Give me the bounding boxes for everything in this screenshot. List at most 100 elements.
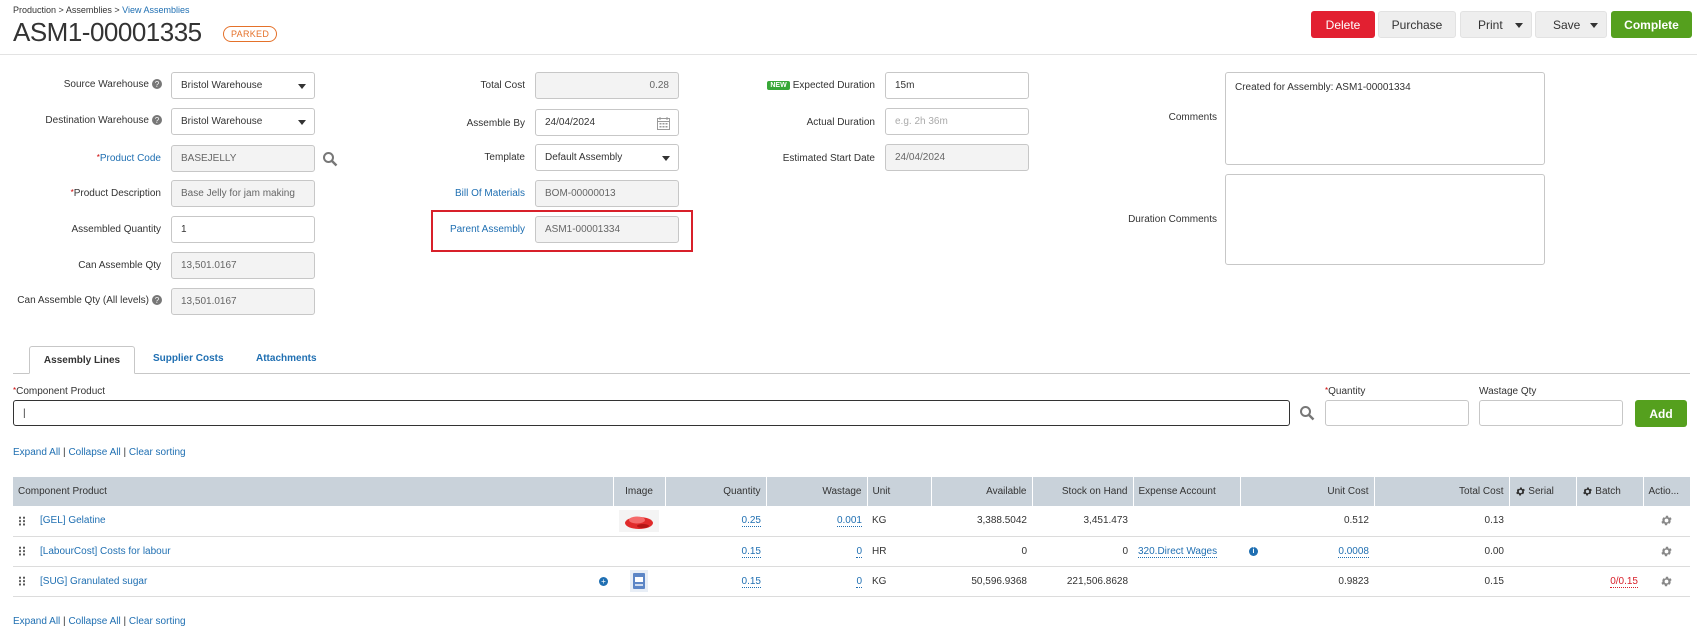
bill-of-materials-value: BOM-00000013	[535, 180, 679, 207]
assemble-by-input[interactable]: 24/04/2024	[535, 109, 679, 136]
print-button[interactable]: Print	[1460, 11, 1532, 38]
col-batch[interactable]: Batch	[1576, 477, 1644, 506]
drag-handle-icon[interactable]	[18, 515, 26, 526]
product-code-input[interactable]: BASEJELLY	[171, 145, 315, 172]
destination-warehouse-select[interactable]: Bristol Warehouse	[171, 108, 315, 135]
chevron-down-icon[interactable]	[1590, 23, 1598, 28]
col-wastage[interactable]: Wastage	[766, 477, 868, 506]
breadcrumb-view-assemblies[interactable]: View Assemblies	[122, 5, 189, 15]
info-icon[interactable]: i	[1249, 546, 1258, 556]
expand-all-link[interactable]: Expand All	[13, 447, 60, 458]
gear-icon[interactable]	[1660, 545, 1673, 558]
image-cell	[613, 536, 665, 567]
clear-sorting-link[interactable]: Clear sorting	[129, 447, 186, 458]
image-cell	[613, 566, 665, 597]
serial-cell	[1509, 536, 1576, 567]
template-select[interactable]: Default Assembly	[535, 144, 679, 171]
col-serial[interactable]: Serial	[1509, 477, 1577, 506]
quantity-edit[interactable]: 0.25	[741, 515, 761, 528]
delete-button[interactable]: Delete	[1311, 11, 1375, 38]
product-code-label[interactable]: *Product Code	[97, 153, 161, 164]
wastage-edit[interactable]: 0	[856, 575, 862, 588]
component-product-input[interactable]: |	[13, 400, 1290, 426]
gelatine-image[interactable]	[619, 509, 659, 532]
expected-duration-input[interactable]: 15m	[885, 72, 1029, 99]
clear-sorting-link[interactable]: Clear sorting	[129, 616, 186, 627]
calendar-icon[interactable]	[657, 117, 670, 130]
actions-cell	[1643, 506, 1690, 537]
source-warehouse-label-text: Source Warehouse	[63, 79, 149, 90]
quantity-input[interactable]	[1325, 400, 1469, 426]
col-available[interactable]: Available	[931, 477, 1033, 506]
batch-cell	[1576, 536, 1643, 567]
add-circle-icon[interactable]: +	[599, 576, 608, 586]
collapse-all-link[interactable]: Collapse All	[68, 447, 120, 458]
purchase-button[interactable]: Purchase	[1378, 11, 1456, 38]
actual-duration-input[interactable]: e.g. 2h 36m	[885, 108, 1029, 135]
chevron-down-icon	[298, 84, 306, 89]
search-icon[interactable]	[322, 151, 338, 167]
col-component-product[interactable]: Component Product	[13, 477, 614, 506]
breadcrumb-production[interactable]: Production	[13, 5, 56, 15]
complete-button[interactable]: Complete	[1611, 11, 1692, 38]
expand-all-link[interactable]: Expand All	[13, 616, 60, 627]
help-icon[interactable]: ?	[152, 79, 162, 90]
save-button[interactable]: Save	[1535, 11, 1607, 38]
chevron-down-icon[interactable]	[1515, 23, 1523, 28]
unit-cost-edit[interactable]: 0.0008	[1338, 545, 1369, 558]
help-icon[interactable]: ?	[152, 295, 162, 306]
col-expense-account[interactable]: Expense Account	[1133, 477, 1241, 506]
col-actions[interactable]: Actio...	[1643, 477, 1691, 506]
total-cost-cell: 0.13	[1374, 506, 1509, 537]
link-separator: |	[63, 616, 66, 627]
wastage-edit[interactable]: 0	[856, 545, 862, 558]
image-cell	[613, 506, 665, 537]
quantity-cell: 0.25	[665, 506, 766, 537]
drag-handle-icon[interactable]	[18, 545, 26, 556]
tab-supplier-costs[interactable]: Supplier Costs	[153, 353, 224, 364]
tab-attachments[interactable]: Attachments	[256, 353, 317, 364]
col-total-cost[interactable]: Total Cost	[1374, 477, 1510, 506]
expected-duration-label-text: Expected Duration	[792, 80, 875, 91]
breadcrumb-assemblies[interactable]: Assemblies	[66, 5, 112, 15]
help-icon[interactable]: ?	[152, 115, 162, 126]
gear-icon[interactable]	[1660, 575, 1673, 588]
quantity-edit[interactable]: 0.15	[741, 575, 761, 588]
tab-assembly-lines[interactable]: Assembly Lines	[29, 346, 135, 374]
comments-textarea[interactable]: Created for Assembly: ASM1-00001334	[1225, 72, 1545, 165]
quantity-edit[interactable]: 0.15	[741, 545, 761, 558]
gear-icon[interactable]	[1660, 514, 1673, 527]
breadcrumb: Production > Assemblies > View Assemblie…	[13, 5, 190, 15]
search-icon[interactable]	[1299, 405, 1315, 421]
component-product-label: *Component Product	[13, 386, 105, 397]
source-warehouse-select[interactable]: Bristol Warehouse	[171, 72, 315, 99]
total-cost-cell: 0.00	[1374, 536, 1509, 567]
assembly-lines-table: Component Product Image Quantity Wastage…	[13, 477, 1691, 597]
duration-comments-textarea[interactable]	[1225, 174, 1545, 265]
bill-of-materials-link[interactable]: Bill Of Materials	[455, 188, 525, 199]
actions-cell	[1643, 566, 1690, 597]
col-unit[interactable]: Unit	[867, 477, 932, 506]
can-assemble-qty-all-label: Can Assemble Qty (All levels)?	[17, 295, 162, 306]
drag-handle-icon[interactable]	[18, 575, 26, 586]
wastage-edit[interactable]: 0.001	[836, 515, 862, 528]
product-description-input[interactable]: Base Jelly for jam making	[171, 180, 315, 207]
unit-cell: HR	[867, 536, 931, 567]
col-quantity[interactable]: Quantity	[665, 477, 767, 506]
sugar-image[interactable]	[630, 570, 648, 592]
batch-edit[interactable]: 0/0.15	[1610, 575, 1638, 588]
col-stock-on-hand[interactable]: Stock on Hand	[1032, 477, 1134, 506]
product-link[interactable]: [GEL] Gelatine	[40, 515, 106, 526]
product-code-label-text: Product Code	[99, 153, 161, 164]
product-link[interactable]: [SUG] Granulated sugar	[40, 576, 147, 587]
batch-cell	[1576, 506, 1643, 537]
expense-account-edit[interactable]: 320.Direct Wages	[1138, 545, 1218, 558]
product-link[interactable]: [LabourCost] Costs for labour	[40, 546, 171, 557]
expense-cell	[1133, 506, 1240, 537]
col-unit-cost[interactable]: Unit Cost	[1240, 477, 1375, 506]
add-button[interactable]: Add	[1635, 400, 1687, 427]
wastage-qty-input[interactable]	[1479, 400, 1623, 426]
col-image[interactable]: Image	[613, 477, 666, 506]
collapse-all-link[interactable]: Collapse All	[68, 616, 120, 627]
assembled-quantity-input[interactable]: 1	[171, 216, 315, 243]
